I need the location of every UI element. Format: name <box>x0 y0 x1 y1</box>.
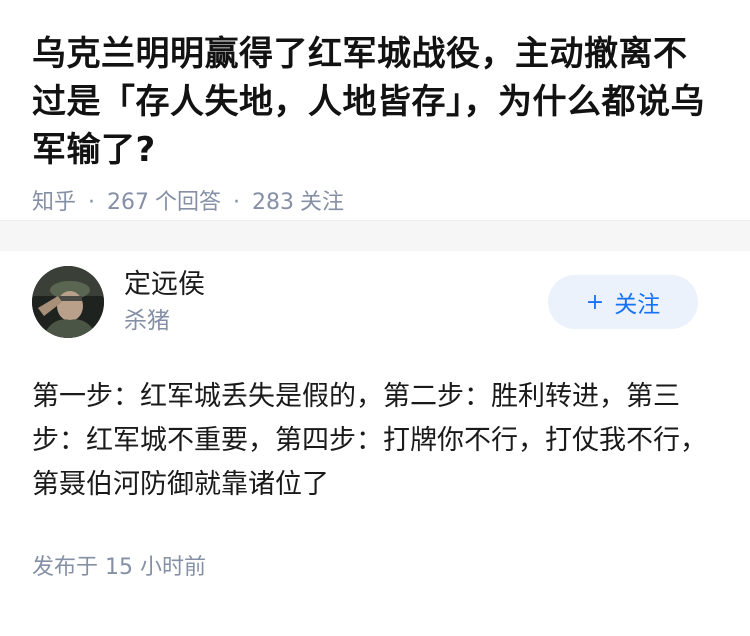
answer-count-label: 个回答 <box>155 190 222 215</box>
answer-card: 定远侯 杀猪 + 关注 第一步：红军城丢失是假的，第二步：胜利转进，第三步：红军… <box>0 251 750 583</box>
avatar-image <box>32 266 104 338</box>
meta-separator: · <box>233 190 241 215</box>
answer-content[interactable]: 第一步：红军城丢失是假的，第二步：胜利转进，第三步：红军城不重要，第四步：打牌你… <box>32 375 718 507</box>
author-info: 定远侯 杀猪 <box>124 267 548 337</box>
publish-time: 发布于 15 小时前 <box>32 555 206 580</box>
answer-count: 267 <box>107 190 150 215</box>
question-title[interactable]: 乌克兰明明赢得了红军城战役，主动撤离不过是「存人失地，人地皆存」，为什么都说乌军… <box>32 30 718 174</box>
follow-count: 283 <box>252 190 295 215</box>
follow-button[interactable]: + 关注 <box>548 275 698 329</box>
follow-button-label: 关注 <box>614 292 661 318</box>
plus-icon: + <box>585 289 605 315</box>
avatar[interactable] <box>32 266 104 338</box>
follow-count-label: 关注 <box>300 190 345 215</box>
question-meta: 知乎 · 267 个回答 · 283 关注 <box>32 188 718 218</box>
meta-separator: · <box>88 190 96 215</box>
author-bio: 杀猪 <box>124 308 170 334</box>
question-header: 乌克兰明明赢得了红军城战役，主动撤离不过是「存人失地，人地皆存」，为什么都说乌军… <box>0 0 750 220</box>
author-name[interactable]: 定远侯 <box>124 267 548 303</box>
author-row: 定远侯 杀猪 + 关注 <box>32 251 718 353</box>
source-label[interactable]: 知乎 <box>32 188 76 218</box>
section-divider <box>0 220 750 251</box>
